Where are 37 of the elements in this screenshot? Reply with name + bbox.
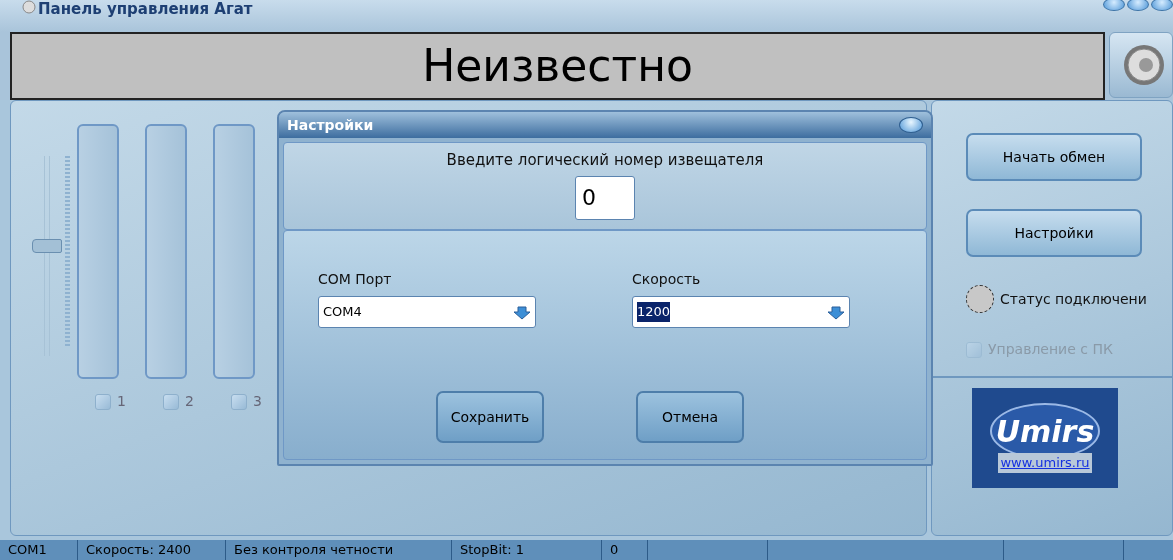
channel-checkbox[interactable] (163, 393, 179, 410)
channel-label: 1 (117, 392, 126, 411)
status-cell: StopBit: 1 (452, 540, 602, 560)
window-button[interactable] (1151, 0, 1173, 11)
status-cell: Без контроля четности (226, 540, 452, 560)
field-label: COM Порт (318, 270, 393, 289)
dialog-title: Настройки (287, 115, 374, 135)
speaker-button[interactable] (1109, 32, 1173, 98)
window-button[interactable] (1103, 0, 1125, 11)
website-link[interactable]: www.umirs.ru (998, 453, 1092, 473)
window-button[interactable] (1127, 0, 1149, 11)
dialog-button[interactable]: Сохранить (436, 391, 544, 443)
dialog-button[interactable]: Отмена (636, 391, 744, 443)
status-cell: 0 (602, 540, 648, 560)
channel-checkbox[interactable] (231, 393, 247, 410)
channel-label: 3 (253, 392, 262, 411)
channel-label: 2 (185, 392, 194, 411)
number-field[interactable]: 0 (575, 175, 635, 220)
status-cell: Скорость: 2400 (78, 540, 226, 560)
action-button[interactable]: Настройки (966, 209, 1142, 257)
arrow-down-icon (827, 305, 845, 320)
field-label: Скорость (632, 270, 702, 289)
arrow-down-icon (513, 305, 531, 320)
window-title: Панель управления Агат (38, 0, 253, 18)
status-label: Статус подключени (1000, 289, 1147, 309)
status-display: Неизвестно (10, 32, 1105, 100)
status-cell: COM1 (0, 540, 78, 560)
dropdown-field[interactable]: COM4 (318, 296, 536, 328)
close-button[interactable] (899, 117, 923, 133)
app-icon (22, 0, 36, 14)
dropdown-value: COM4 (323, 303, 362, 322)
slider-thumb[interactable] (32, 239, 62, 253)
prompt-text: Введите логический номер извещателя (446, 150, 764, 171)
dropdown-value: 1200 (637, 302, 671, 322)
channel-checkbox[interactable] (95, 393, 111, 410)
dropdown-field[interactable]: 1200 (632, 296, 850, 328)
action-button[interactable]: Начать обмен (966, 133, 1142, 181)
